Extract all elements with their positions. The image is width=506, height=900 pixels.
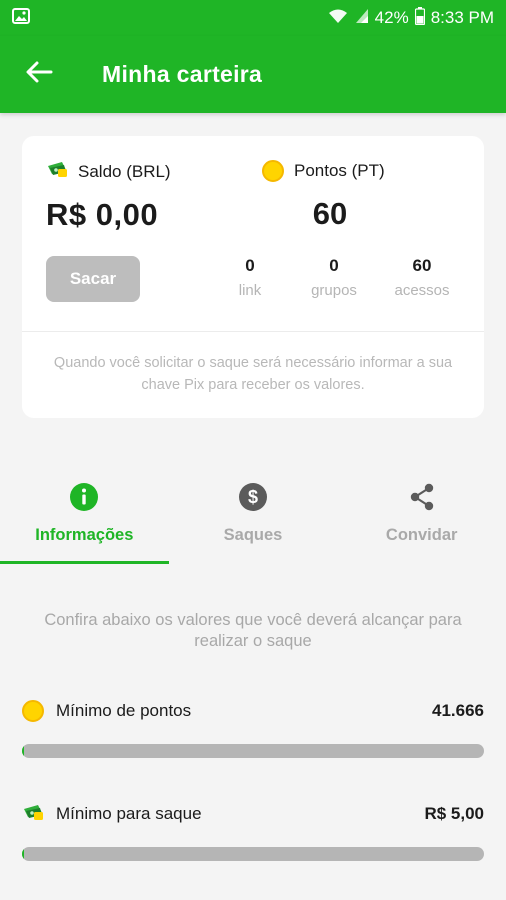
- stat-label: acessos: [394, 282, 450, 299]
- dollar-icon: $: [238, 482, 268, 512]
- divider: [22, 331, 484, 332]
- tab-convidar[interactable]: Convidar: [337, 470, 506, 566]
- stats-row: 0 link 0 grupos 60 acessos: [208, 256, 468, 306]
- stat-link: 0 link: [208, 256, 292, 306]
- points-label: Pontos (PT): [294, 161, 385, 180]
- stat-value: 60: [412, 256, 432, 275]
- stat-label: link: [238, 282, 262, 299]
- page-title: Minha carteira: [102, 61, 263, 87]
- status-bar: 42% 8:33 PM: [0, 0, 506, 36]
- battery-icon: [414, 6, 425, 30]
- wallet-card: Saldo (BRL) R$ 0,00 Pontos (PT) 60 Sacar…: [22, 136, 484, 418]
- tab-label: Convidar: [385, 526, 458, 544]
- requirement-label: Mínimo de pontos: [56, 701, 192, 720]
- balance-block: Saldo (BRL) R$ 0,00: [46, 160, 171, 233]
- cash-icon: [46, 160, 68, 183]
- info-icon: [69, 482, 99, 512]
- progress-fill: [22, 744, 25, 758]
- gallery-notification-icon: [12, 7, 30, 29]
- tab-informacoes[interactable]: Informações: [0, 470, 169, 566]
- points-progress-bar: [22, 744, 484, 758]
- stat-value: 0: [245, 256, 255, 275]
- back-button[interactable]: [0, 36, 78, 113]
- tab-bar: Informações $ Saques Convidar: [0, 470, 506, 566]
- requirement-value: R$ 5,00: [424, 804, 484, 823]
- clock: 8:33 PM: [430, 8, 494, 27]
- requirement-label: Mínimo para saque: [56, 804, 202, 823]
- stat-groups: 0 grupos: [292, 256, 376, 306]
- share-icon: [407, 482, 437, 512]
- tab-saques[interactable]: $ Saques: [169, 470, 338, 566]
- stat-accesses: 60 acessos: [376, 256, 468, 306]
- withdraw-progress-bar: [22, 847, 484, 861]
- arrow-left-icon: [25, 60, 53, 89]
- balance-label: Saldo (BRL): [78, 161, 171, 181]
- progress-fill: [22, 847, 25, 861]
- coin-icon: [22, 700, 44, 722]
- app-bar: Minha carteira: [0, 36, 506, 113]
- signal-icon: [355, 8, 369, 29]
- stat-label: grupos: [311, 282, 357, 299]
- tab-label: Saques: [223, 526, 283, 544]
- balance-value: R$ 0,00: [46, 197, 159, 232]
- stat-value: 0: [329, 256, 339, 275]
- battery-percent: 42%: [374, 8, 409, 27]
- active-tab-indicator: [0, 561, 169, 564]
- withdraw-button[interactable]: Sacar: [46, 256, 140, 302]
- coin-icon: [262, 160, 284, 182]
- points-block: Pontos (PT) 60: [262, 160, 398, 232]
- tab-label: Informações: [35, 526, 134, 544]
- wifi-icon: [327, 8, 349, 29]
- requirement-points: Mínimo de pontos 41.666: [22, 696, 484, 726]
- points-value: 60: [312, 196, 348, 231]
- svg-text:$: $: [248, 487, 258, 507]
- requirement-value: 41.666: [432, 701, 484, 720]
- withdraw-note: Quando você solicitar o saque será neces…: [53, 355, 453, 393]
- cash-icon: [22, 803, 44, 826]
- requirement-withdraw: Mínimo para saque R$ 5,00: [22, 799, 484, 829]
- info-text: Confira abaixo os valores que você dever…: [44, 611, 462, 650]
